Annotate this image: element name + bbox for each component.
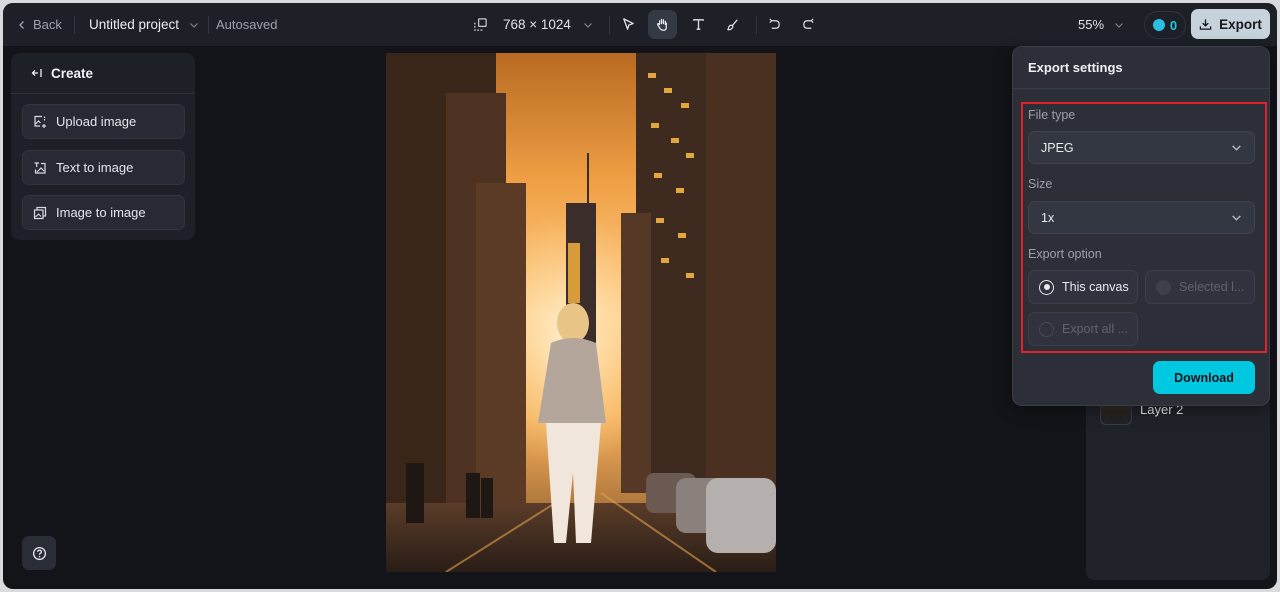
divider [609,16,610,34]
download-icon [1199,18,1212,30]
chevron-down-icon [1232,215,1241,221]
file-type-select[interactable]: JPEG [1028,131,1255,164]
image-to-image-label: Image to image [56,205,146,220]
download-button[interactable]: Download [1153,361,1255,394]
text-tool-button[interactable] [684,10,713,39]
option-selected-layers[interactable]: Selected l... [1145,270,1255,304]
export-option-label: Export option [1028,247,1102,261]
upload-image-label: Upload image [56,114,137,129]
help-button[interactable] [22,536,56,570]
option-label: Export all ... [1062,322,1128,336]
undo-icon [769,18,780,29]
project-title-dropdown[interactable]: Untitled project [89,3,199,46]
text-to-image-button[interactable]: Text to image [22,150,185,185]
canvas-size: 768 × 1024 [503,17,571,32]
undo-button[interactable] [760,10,789,39]
back-label: Back [33,17,62,32]
radio-disabled-icon [1156,279,1171,295]
resize-canvas-button[interactable] [466,10,495,39]
size-select[interactable]: 1x [1028,201,1255,234]
upload-image-icon [34,115,46,128]
chevron-down-icon [1232,145,1241,151]
select-tool-button[interactable] [614,10,643,39]
create-panel: Create Upload image Text to image Image … [11,53,195,240]
create-panel-header[interactable]: Create [11,53,195,94]
credits-icon [1152,19,1165,31]
divider [756,16,757,34]
size-label: Size [1028,177,1053,191]
collapse-left-icon [31,69,42,77]
chevron-down-icon [584,22,592,28]
export-button[interactable]: Export [1191,9,1270,39]
chevron-down-icon [1115,22,1123,28]
size-value: 1x [1041,210,1055,225]
text-to-image-label: Text to image [56,160,134,175]
layers-panel: Layer 2 [1086,383,1270,580]
project-title: Untitled project [89,17,180,32]
divider [74,16,75,34]
option-this-canvas[interactable]: This canvas [1028,270,1138,304]
image-to-image-icon [33,206,47,219]
zoom-dropdown[interactable]: 55% [1078,3,1124,46]
option-label: This canvas [1062,280,1129,294]
chevron-down-icon [190,22,198,28]
divider [208,16,209,34]
text-to-image-icon [34,161,46,174]
brush-tool-button[interactable] [718,10,747,39]
credits-badge[interactable]: 0 [1144,11,1186,39]
radio-unselected-icon [1039,321,1054,337]
export-settings-panel: Export settings File type JPEG Size 1x E… [1012,46,1270,406]
canvas-image[interactable] [386,53,776,572]
canvas-size-dropdown[interactable]: 768 × 1024 [503,3,593,46]
upload-image-button[interactable]: Upload image [22,104,185,139]
hand-icon [657,18,667,31]
create-title: Create [51,65,94,81]
brush-icon [727,19,738,31]
chevron-left-icon [19,20,24,29]
file-type-value: JPEG [1041,140,1074,155]
text-icon [693,19,704,30]
save-status: Autosaved [216,17,278,32]
zoom-level: 55% [1078,17,1105,32]
credits-count: 0 [1169,17,1178,33]
top-bar: Back Untitled project Autosaved 768 × 10… [3,3,1277,46]
resize-icon [474,18,487,31]
image-to-image-button[interactable]: Image to image [22,195,185,230]
redo-button[interactable] [794,10,823,39]
export-settings-title: Export settings [1013,47,1269,89]
option-label: Selected l... [1179,280,1245,294]
option-export-all[interactable]: Export all ... [1028,312,1138,346]
redo-icon [803,18,814,29]
file-type-label: File type [1028,108,1076,122]
radio-selected-icon [1039,279,1054,295]
cursor-icon [623,18,634,30]
help-icon [32,546,46,560]
app-window: Back Untitled project Autosaved 768 × 10… [3,3,1277,589]
back-button[interactable]: Back [17,3,62,46]
export-label: Export [1219,16,1262,32]
city-sunset-photo [386,53,776,572]
hand-tool-button[interactable] [648,10,677,39]
